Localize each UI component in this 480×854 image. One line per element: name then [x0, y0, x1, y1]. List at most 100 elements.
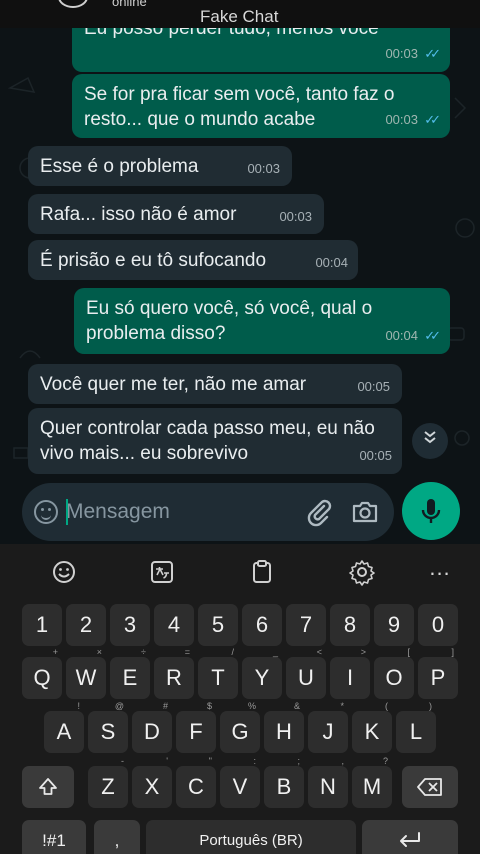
key-v[interactable]: V: [220, 756, 260, 808]
key-0-label: 0 [431, 612, 445, 637]
key-g-label: G [231, 719, 249, 744]
message-bubble-incoming[interactable]: Você quer me ter, não me amar 00:05 [28, 364, 402, 404]
key-hint: @ [114, 701, 124, 711]
message-text: É prisão e eu tô sufocando [40, 250, 267, 271]
keyboard-emoji-icon[interactable] [50, 558, 78, 586]
phone-screen: online Fake Chat Eu posso perder tudo, m… [0, 0, 480, 854]
message-text: Esse é o problema [40, 156, 199, 177]
space-bar[interactable]: Português (BR) [146, 820, 356, 854]
clipboard-icon[interactable] [248, 558, 276, 586]
key-p[interactable]: P] [418, 647, 458, 699]
key-6-label: 6 [255, 612, 269, 637]
message-bubble-incoming[interactable]: Esse é o problema 00:03 [28, 146, 292, 186]
scroll-to-bottom-button[interactable] [412, 423, 448, 459]
key-hint: [ [407, 647, 410, 657]
voice-message-button[interactable] [402, 482, 460, 540]
paperclip-icon[interactable] [304, 497, 334, 527]
key-h[interactable]: H & [264, 701, 304, 753]
key-e[interactable]: E ÷ [110, 647, 150, 699]
key-hint: ) [429, 701, 432, 711]
more-options-button[interactable]: ... [426, 557, 454, 586]
key-s[interactable]: S @ [88, 701, 128, 753]
translate-icon[interactable] [148, 558, 176, 586]
contact-avatar[interactable] [58, 0, 88, 8]
message-bubble-incoming[interactable]: É prisão e eu tô sufocando 00:04 [28, 240, 358, 280]
key-hint: < [316, 647, 322, 657]
message-input[interactable] [66, 498, 296, 526]
key-j[interactable]: J * [308, 701, 348, 753]
key-r[interactable]: R = [154, 647, 194, 699]
message-list[interactable]: Eu posso perder tudo, menos você 00:03 ✓… [0, 28, 480, 480]
key-hint: ÷ [141, 647, 146, 657]
key-c[interactable]: C " [176, 756, 216, 808]
message-time: 00:03 [247, 161, 280, 176]
key-t[interactable]: T / [198, 647, 238, 699]
key-8[interactable]: 8 [330, 604, 370, 646]
key-hint: ' [166, 756, 168, 766]
message-time: 00:03 [279, 209, 312, 224]
comma-key[interactable]: , [94, 820, 140, 854]
message-bubble-outgoing[interactable]: Eu posso perder tudo, menos você 00:03 ✓… [72, 28, 450, 72]
key-d[interactable]: D # [132, 701, 172, 753]
key-x[interactable]: X ' [132, 756, 172, 808]
key-4[interactable]: 4 [154, 604, 194, 646]
symbols-key-label: !#1 [42, 831, 66, 850]
key-a[interactable]: A! [44, 701, 84, 753]
key-c-label: C [188, 774, 204, 799]
message-time: 00:03 [385, 112, 418, 127]
key-q[interactable]: Q + [22, 647, 62, 699]
key-u-label: U [298, 665, 314, 690]
message-text: Quer controlar cada passo meu, eu não vi… [40, 418, 375, 464]
shift-key[interactable] [22, 766, 74, 808]
message-bubble-incoming[interactable]: Rafa... isso não é amor 00:03 [28, 194, 324, 234]
keyboard-toolbar: ... [0, 544, 480, 598]
key-2[interactable]: 2 [66, 604, 106, 646]
key-1[interactable]: 1 [22, 604, 62, 646]
key-f[interactable]: F $ [176, 701, 216, 753]
key-hint: " [208, 756, 212, 766]
key-7[interactable]: 7 [286, 604, 326, 646]
key-g[interactable]: G% [220, 701, 260, 753]
camera-icon[interactable] [350, 497, 380, 527]
key-y[interactable]: Y _ [242, 647, 282, 699]
key-k[interactable]: K( [352, 701, 392, 753]
key-w[interactable]: W × [66, 647, 106, 699]
message-input-container[interactable] [22, 483, 394, 541]
key-hint: * [340, 701, 344, 711]
message-bubble-outgoing[interactable]: Se for pra ficar sem você, tanto faz o r… [72, 74, 450, 138]
key-6[interactable]: 6 [242, 604, 282, 646]
key-m[interactable]: M? [352, 756, 392, 808]
key-9[interactable]: 9 [374, 604, 414, 646]
key-n[interactable]: N, [308, 756, 348, 808]
onscreen-keyboard: ... 1 2 3 4 5 6 7 8 9 0 Q + W × E ÷ R = T / Y _ U < I > O[P] A! S @ D #… [0, 544, 480, 854]
key-b[interactable]: B; [264, 756, 304, 808]
key-7-label: 7 [299, 612, 313, 637]
message-bubble-outgoing[interactable]: Eu só quero você, só você, qual o proble… [74, 288, 450, 354]
key-5[interactable]: 5 [198, 604, 238, 646]
key-u[interactable]: U < [286, 647, 326, 699]
backspace-key[interactable] [402, 766, 458, 808]
enter-arrow-icon [400, 832, 420, 847]
key-i[interactable]: I > [330, 647, 370, 699]
key-hint: , [341, 756, 344, 766]
key-8-label: 8 [343, 612, 357, 637]
key-0[interactable]: 0 [418, 604, 458, 646]
comma-key-label: , [114, 831, 120, 850]
key-1-label: 1 [35, 612, 49, 637]
chat-title[interactable]: Fake Chat [200, 7, 278, 27]
emoji-icon[interactable] [34, 500, 58, 524]
backspace-icon [417, 778, 442, 796]
key-3[interactable]: 3 [110, 604, 150, 646]
enter-key[interactable] [362, 820, 458, 854]
composer-bar [0, 480, 480, 544]
key-e-label: E [122, 665, 138, 690]
key-9-label: 9 [387, 612, 401, 637]
settings-gear-icon[interactable] [348, 558, 376, 586]
key-o[interactable]: O[ [374, 647, 414, 699]
symbols-key[interactable]: !#1 [22, 820, 86, 854]
key-z-label: Z [101, 774, 115, 799]
key-l[interactable]: L) [396, 701, 436, 753]
message-time: 00:05 [357, 379, 390, 394]
message-bubble-incoming[interactable]: Quer controlar cada passo meu, eu não vi… [28, 408, 402, 474]
key-z[interactable]: Z- [88, 756, 128, 808]
